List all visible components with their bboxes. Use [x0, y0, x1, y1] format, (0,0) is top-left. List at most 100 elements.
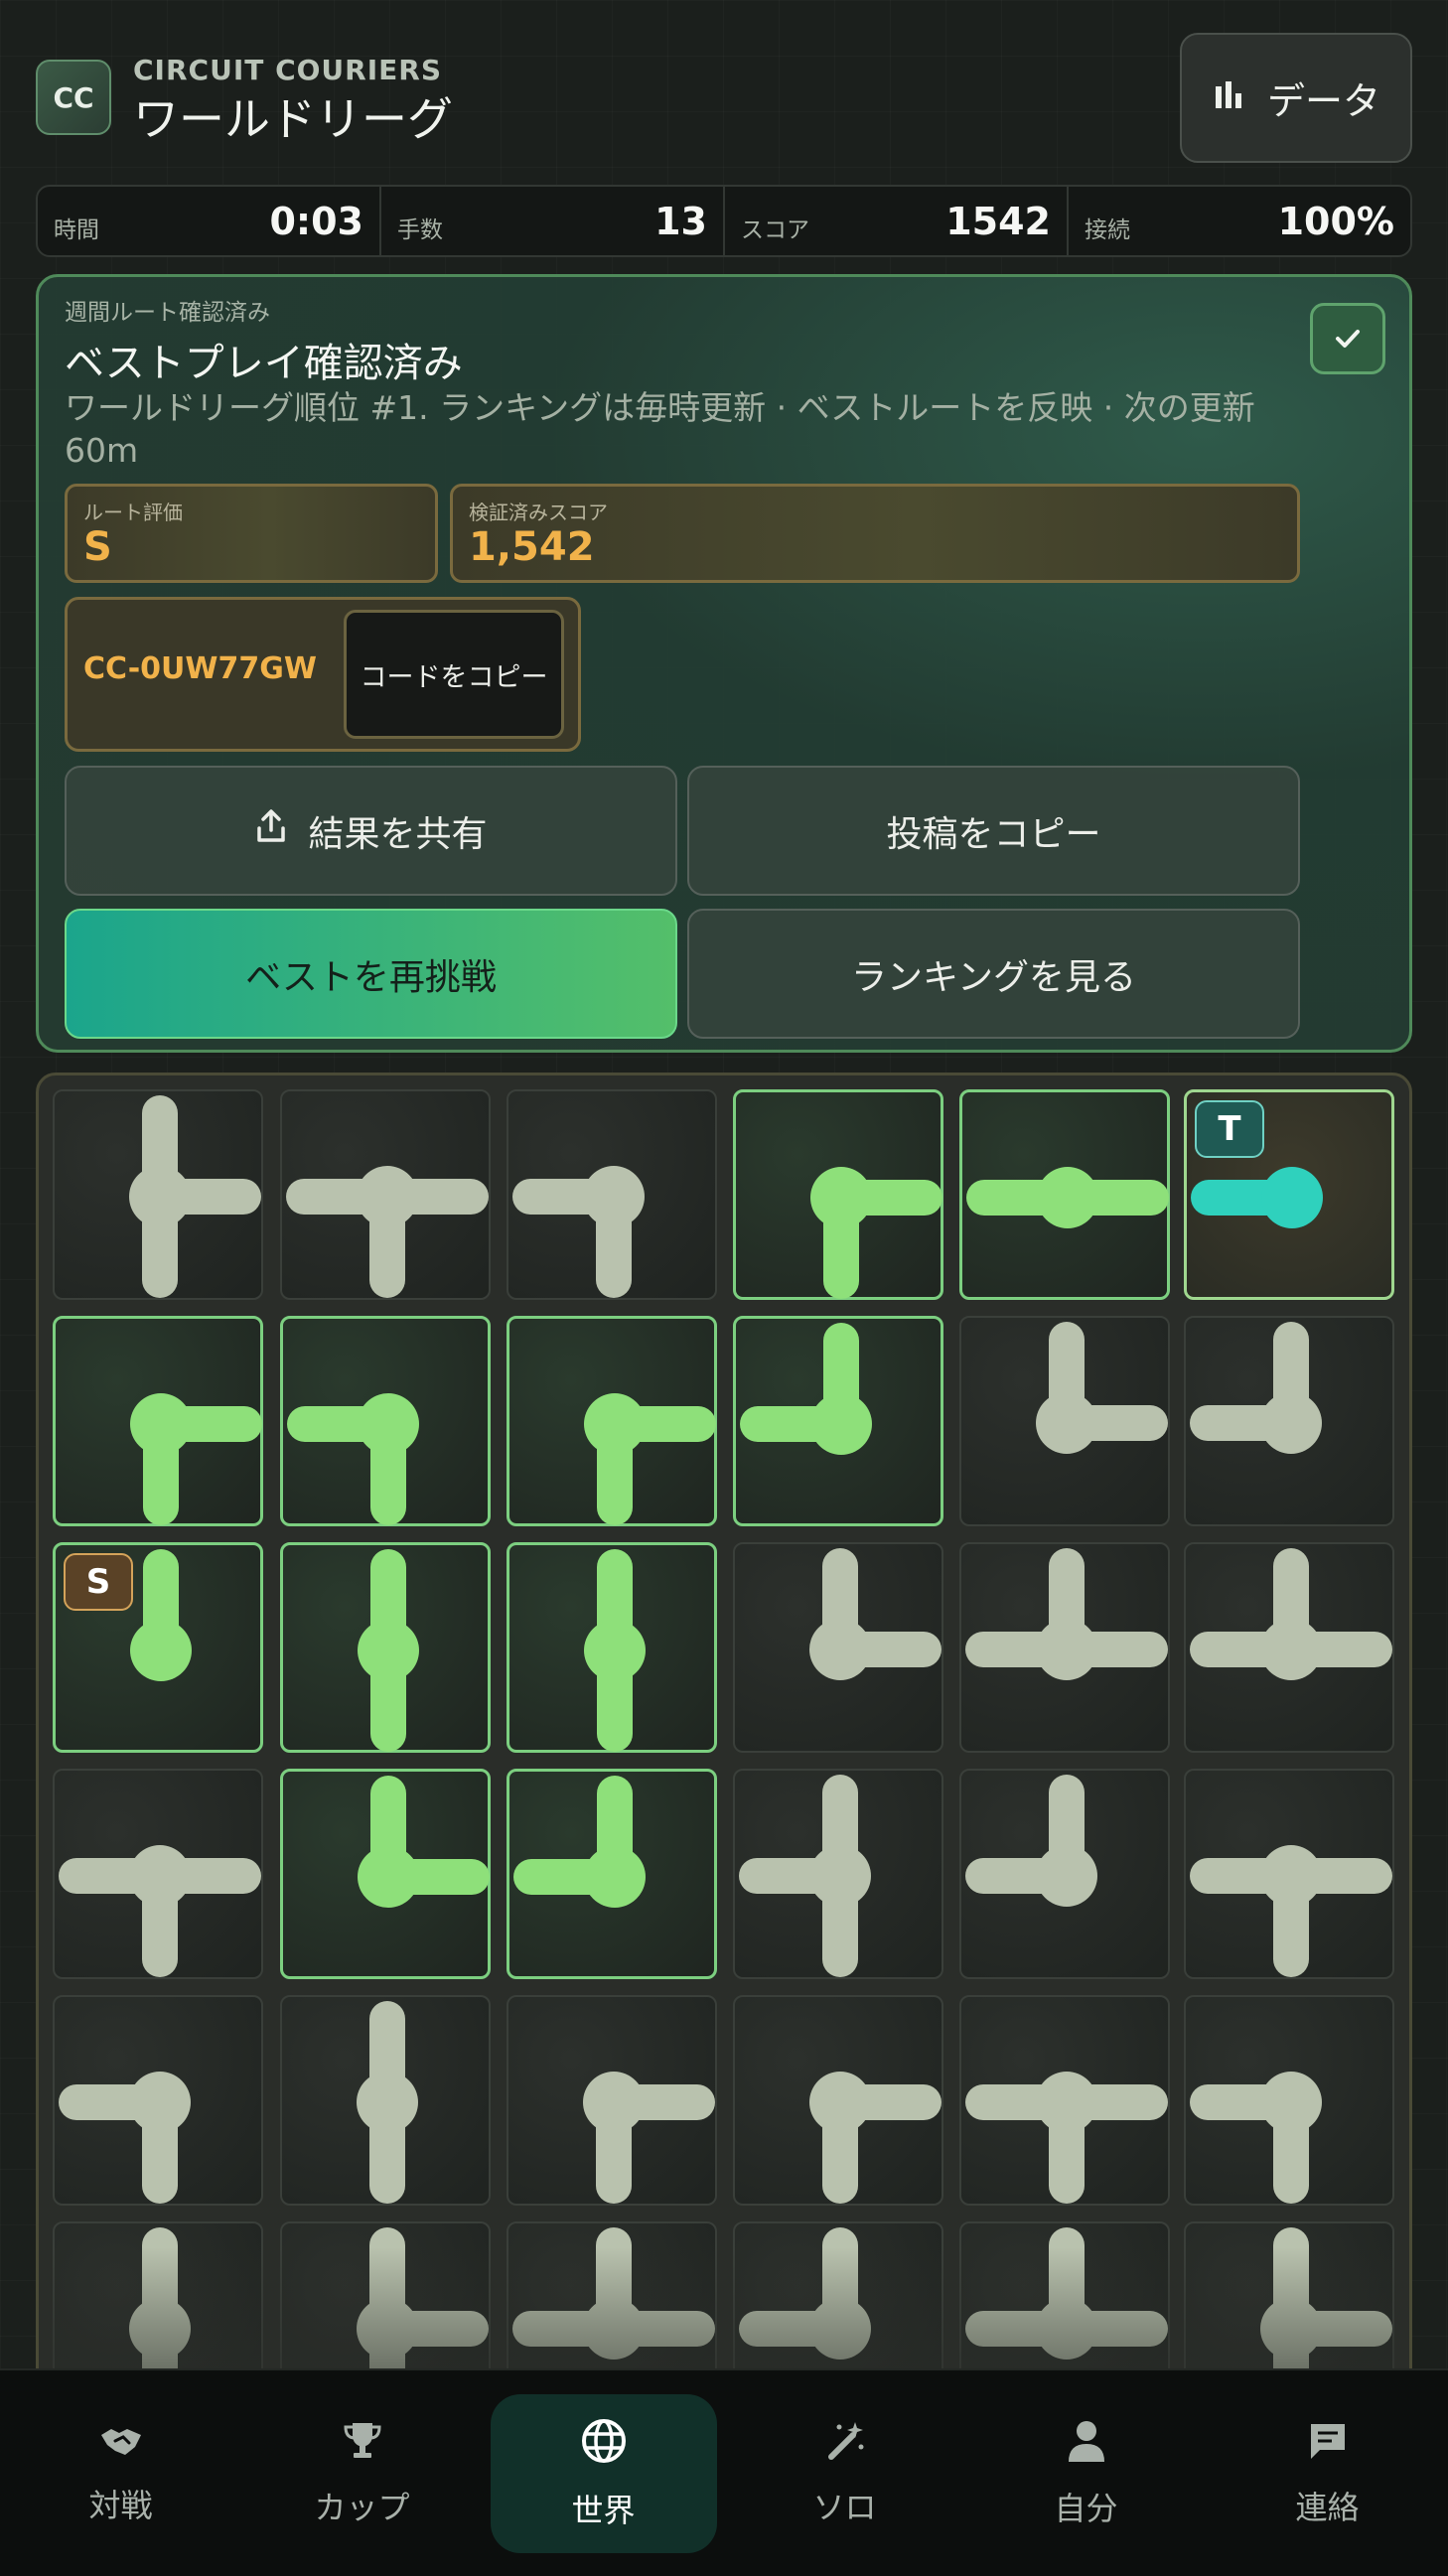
board-tile[interactable]: S	[53, 1542, 263, 1753]
board-tile[interactable]	[959, 1542, 1170, 1753]
board-tile[interactable]	[280, 1995, 491, 2206]
bottom-nav: 対戦 カップ 世界 ソロ 自分 連絡	[0, 2368, 1448, 2576]
verified-check-icon	[1310, 303, 1385, 374]
pipe-connector-icon	[810, 1167, 942, 1299]
globe-icon	[579, 2416, 629, 2474]
pipe-connector-icon	[584, 1393, 716, 1525]
pipe-connector-icon	[59, 1845, 261, 1977]
board-tile[interactable]	[507, 1089, 717, 1300]
board-tile[interactable]	[959, 1769, 1170, 1979]
pipe-connector-icon	[59, 2072, 191, 2204]
pipe-connector-icon	[358, 1549, 419, 1752]
pipe-connector-icon	[130, 1393, 262, 1525]
route-rating-value: S	[83, 524, 112, 570]
stat-value: 1542	[945, 199, 1051, 243]
card-title: ベストプレイ確認済み	[65, 341, 463, 386]
pipe-connector-icon	[809, 2072, 941, 2204]
verified-result-card: 週間ルート確認済み ベストプレイ確認済み ワールドリーグ順位 #1. ランキング…	[36, 274, 1412, 1053]
board-tile[interactable]	[507, 1769, 717, 1979]
pipe-connector-icon	[512, 1166, 645, 1298]
stat-value: 0:03	[269, 199, 363, 243]
nav-item-cup[interactable]: カップ	[241, 2370, 483, 2576]
copy-post-button[interactable]: 投稿をコピー	[687, 766, 1300, 896]
nav-label: 連絡	[1295, 2488, 1360, 2526]
board-tile[interactable]	[733, 1995, 943, 2206]
share-icon	[254, 808, 288, 853]
stat-label: 接続	[1085, 216, 1130, 243]
board-tile[interactable]	[1184, 1995, 1394, 2206]
pipe-connector-icon	[358, 1776, 490, 1908]
nav-item-world[interactable]: 世界	[483, 2370, 724, 2576]
board-tile[interactable]	[53, 1769, 263, 1979]
stat-value: 100%	[1277, 199, 1394, 243]
board-tile[interactable]	[733, 1769, 943, 1979]
board-tile[interactable]: T	[1184, 1089, 1394, 1300]
share-result-button[interactable]: 結果を共有	[65, 766, 677, 896]
start-badge: S	[64, 1553, 133, 1611]
pipe-connector-icon	[1190, 2072, 1322, 2204]
stat-label: 時間	[54, 216, 99, 243]
nav-item-versus[interactable]: 対戦	[0, 2370, 241, 2576]
pipe-connector-icon	[965, 2072, 1168, 2204]
route-code-box: CC-0UW77GW コードをコピー	[65, 597, 581, 752]
stat-connection: 接続 100%	[1069, 187, 1410, 255]
board-tile[interactable]	[280, 1769, 491, 1979]
copy-code-button[interactable]: コードをコピー	[344, 610, 564, 739]
board-tile[interactable]	[733, 1542, 943, 1753]
card-description: ワールドリーグ順位 #1. ランキングは毎時更新 · ベストルートを反映 · 次…	[65, 388, 1255, 470]
board-tile[interactable]	[280, 1089, 491, 1300]
verified-score-box: 検証済みスコア 1,542	[450, 484, 1300, 583]
pipe-connector-icon	[1036, 1322, 1168, 1454]
board-tile[interactable]	[959, 1995, 1170, 2206]
pipe-connector-icon	[287, 1393, 419, 1525]
handshake-icon	[97, 2421, 145, 2469]
nav-label: 対戦	[88, 2486, 153, 2524]
board-tile[interactable]	[280, 1316, 491, 1526]
board-tile[interactable]	[1184, 1542, 1394, 1753]
board-tile[interactable]	[280, 1542, 491, 1753]
share-button-label: 結果を共有	[308, 813, 488, 855]
board-tile[interactable]	[507, 1316, 717, 1526]
board-tile[interactable]	[507, 1542, 717, 1753]
data-button[interactable]: データ	[1180, 33, 1412, 163]
nav-item-solo[interactable]: ソロ	[724, 2370, 965, 2576]
puzzle-board: TS	[36, 1073, 1412, 2493]
board-tile[interactable]	[733, 1089, 943, 1300]
stat-moves: 手数 13	[381, 187, 725, 255]
pipe-connector-icon	[1190, 1548, 1392, 1680]
pipe-connector-icon	[513, 1776, 646, 1908]
route-rating-box: ルート評価 S	[65, 484, 438, 583]
board-tile[interactable]	[733, 1316, 943, 1526]
person-icon	[1065, 2418, 1108, 2472]
route-rating-label: ルート評価	[83, 501, 183, 524]
board-tile[interactable]	[53, 1089, 263, 1300]
brand-name: CIRCUIT COURIERS	[133, 54, 442, 86]
pipe-connector-icon	[965, 1775, 1097, 1907]
retry-best-button[interactable]: ベストを再挑戦	[65, 909, 677, 1039]
nav-item-contact[interactable]: 連絡	[1207, 2370, 1448, 2576]
pipe-connector-icon	[966, 1167, 1169, 1228]
nav-item-profile[interactable]: 自分	[965, 2370, 1207, 2576]
board-tile[interactable]	[959, 1316, 1170, 1526]
stat-label: 手数	[397, 216, 443, 243]
board-tile[interactable]	[53, 1995, 263, 2206]
stat-score: スコア 1542	[725, 187, 1069, 255]
app-logo: CC	[36, 60, 111, 135]
data-button-label: データ	[1266, 79, 1380, 123]
board-tile[interactable]	[1184, 1769, 1394, 1979]
board-tile[interactable]	[959, 1089, 1170, 1300]
target-badge: T	[1195, 1100, 1264, 1158]
pipe-connector-icon	[965, 1548, 1168, 1680]
route-code: CC-0UW77GW	[83, 651, 317, 686]
pipe-connector-icon	[1190, 1322, 1322, 1454]
board-tile[interactable]	[1184, 1316, 1394, 1526]
pipe-connector-icon	[1190, 1845, 1392, 1977]
card-kicker: 週間ルート確認済み	[65, 300, 270, 326]
trophy-icon	[341, 2419, 384, 2471]
pipe-connector-icon	[809, 1548, 941, 1680]
verified-score-value: 1,542	[469, 524, 595, 570]
verified-score-label: 検証済みスコア	[469, 501, 608, 524]
view-ranking-button[interactable]: ランキングを見る	[687, 909, 1300, 1039]
board-tile[interactable]	[507, 1995, 717, 2206]
board-tile[interactable]	[53, 1316, 263, 1526]
